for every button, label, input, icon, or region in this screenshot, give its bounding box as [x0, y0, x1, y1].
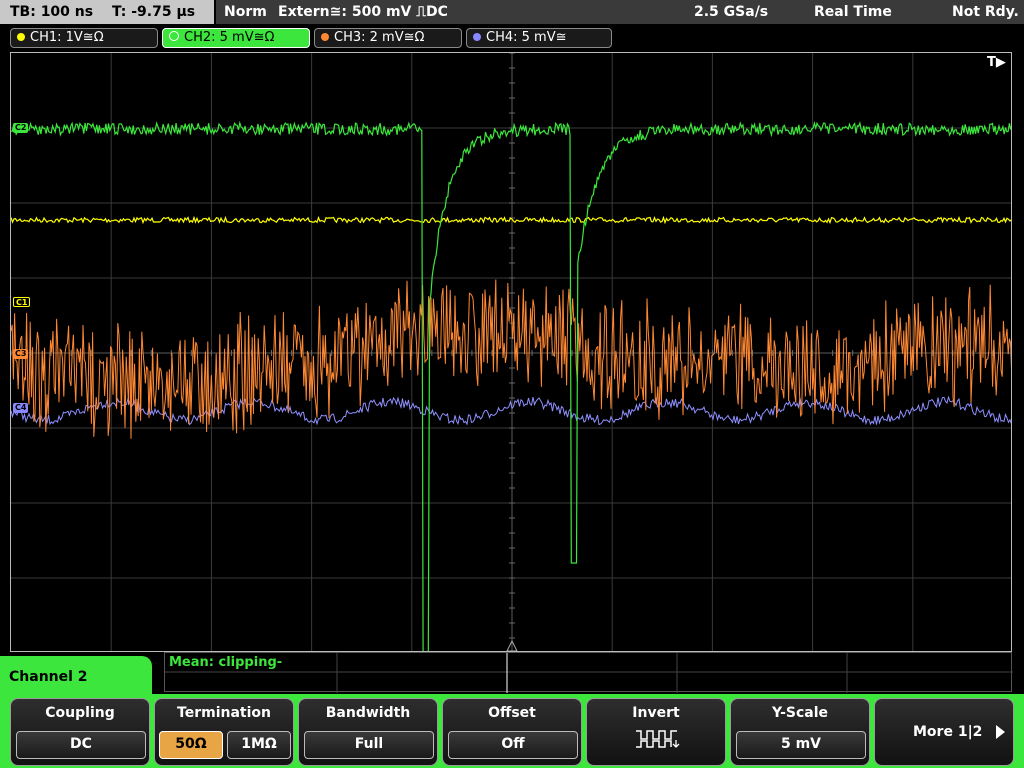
tab-ch4[interactable]: CH4: 5 mV≅ — [466, 28, 612, 48]
termination-softkey[interactable]: Termination 50Ω 1MΩ — [154, 698, 294, 766]
measurement-grid — [165, 653, 1013, 693]
menu-title: Channel 2 — [0, 656, 152, 696]
ch1-color-dot — [17, 33, 25, 41]
more-label: More 1|2 — [913, 724, 983, 740]
bandwidth-softkey[interactable]: Bandwidth Full — [298, 698, 438, 766]
ch3-color-dot — [321, 33, 329, 41]
sample-rate: 2.5 GSa/s — [694, 4, 769, 20]
tab-ch3[interactable]: CH3: 2 mV≅Ω — [314, 28, 462, 48]
tab-ch2-label: CH2: 5 mV≅Ω — [184, 30, 275, 45]
next-page-arrow-icon — [996, 725, 1005, 739]
yscale-value[interactable]: 5 mV — [736, 731, 866, 759]
invert-softkey[interactable]: Invert — [586, 698, 726, 766]
trigger-time-value: T: -9.75 µs — [111, 4, 196, 20]
ch2-color-dot — [169, 31, 179, 41]
invert-pulse-icon — [636, 730, 680, 748]
trigger-mode: Norm — [224, 4, 267, 20]
run-state: Not Rdy. — [952, 4, 1019, 20]
ch3-offset-marker[interactable]: C3 — [13, 349, 29, 359]
termination-1mohm[interactable]: 1MΩ — [227, 731, 291, 759]
measurement-panel: Mean: clipping- — [164, 652, 1013, 693]
acquisition-mode: Real Time — [814, 4, 892, 20]
coupling-title: Coupling — [45, 705, 115, 721]
tab-ch1-label: CH1: 1V≅Ω — [30, 30, 104, 45]
trigger-info-box[interactable]: Norm Extern≅: 500 mV ⎍DC 2.5 GSa/s Real … — [216, 0, 1024, 24]
offset-title: Offset — [488, 705, 536, 721]
offset-value[interactable]: Off — [448, 731, 578, 759]
offset-softkey[interactable]: Offset Off — [442, 698, 582, 766]
tab-ch1[interactable]: CH1: 1V≅Ω — [10, 28, 158, 48]
tab-ch3-label: CH3: 2 mV≅Ω — [334, 30, 425, 45]
waveform-display[interactable]: T▶ C2 C1 C3 C4 — [10, 52, 1012, 652]
measurement-mean: Mean: clipping- — [169, 655, 283, 670]
trigger-source: Extern≅: 500 mV ⎍DC — [278, 4, 448, 20]
waveform-canvas — [11, 53, 1011, 651]
coupling-value[interactable]: DC — [16, 731, 146, 759]
termination-50ohm[interactable]: 50Ω — [159, 731, 223, 759]
yscale-softkey[interactable]: Y-Scale 5 mV — [730, 698, 870, 766]
bandwidth-title: Bandwidth — [325, 705, 411, 721]
yscale-title: Y-Scale — [771, 705, 828, 721]
timebase-value: TB: 100 ns — [10, 4, 94, 20]
status-bar: TB: 100 ns T: -9.75 µs Norm Extern≅: 500… — [0, 0, 1024, 24]
more-softkey[interactable]: More 1|2 — [874, 698, 1014, 766]
ch4-offset-marker[interactable]: C4 — [13, 403, 29, 413]
ch2-offset-marker[interactable]: C2 — [13, 123, 29, 133]
tab-ch2[interactable]: CH2: 5 mV≅Ω — [162, 28, 310, 48]
bandwidth-value[interactable]: Full — [304, 731, 434, 759]
ch4-color-dot — [473, 33, 481, 41]
tab-ch4-label: CH4: 5 mV≅ — [486, 30, 567, 45]
invert-title: Invert — [632, 705, 680, 721]
timebase-box[interactable]: TB: 100 ns T: -9.75 µs — [0, 0, 214, 24]
coupling-softkey[interactable]: Coupling DC — [10, 698, 150, 766]
termination-title: Termination — [177, 705, 271, 721]
trigger-position-marker: T▶ — [987, 55, 1006, 70]
ch1-offset-marker[interactable]: C1 — [13, 297, 31, 307]
